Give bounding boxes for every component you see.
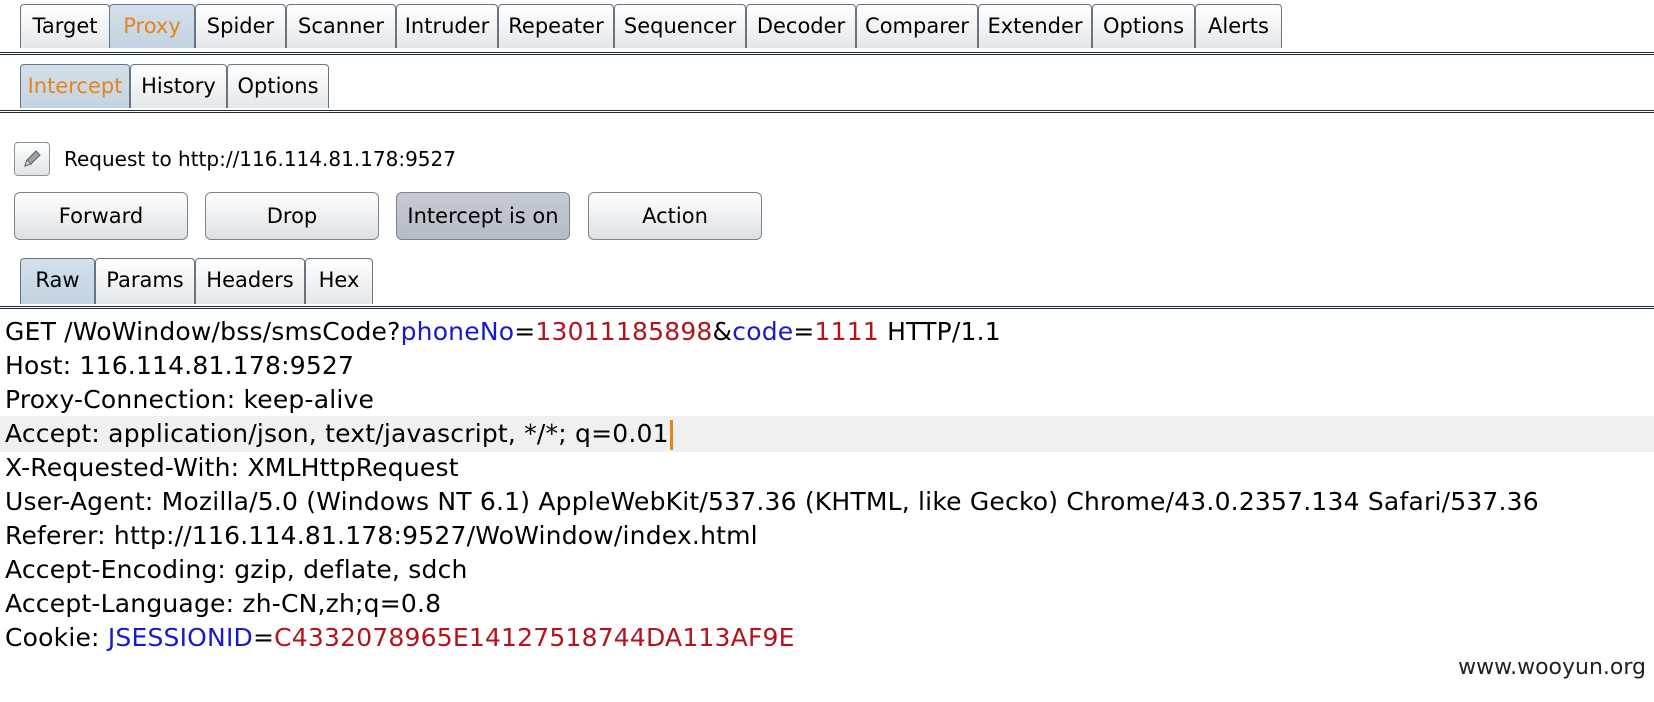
cookie-name: JSESSIONID [107, 623, 253, 652]
watermark: www.wooyun.org [1458, 655, 1646, 680]
param-name: code [732, 317, 794, 346]
tab-target[interactable]: Target [20, 4, 110, 48]
header-accept-language: Accept-Language: zh-CN,zh;q=0.8 [5, 589, 442, 618]
request-line: GET /WoWindow/bss/smsCode?phoneNo=130111… [5, 317, 1001, 346]
tab-spider[interactable]: Spider [195, 4, 286, 48]
forward-button[interactable]: Forward [14, 192, 188, 240]
param-value: 1111 [814, 317, 879, 346]
tab-proxy[interactable]: Proxy [109, 4, 195, 48]
tab-repeater[interactable]: Repeater [498, 4, 614, 48]
cookie-value: C4332078965E14127518744DA113AF9E [274, 623, 795, 652]
cookie-prefix: Cookie: [5, 623, 108, 652]
header-proxy-connection: Proxy-Connection: keep-alive [5, 385, 375, 414]
tab-comparer[interactable]: Comparer [856, 4, 978, 48]
intercept-toggle-button[interactable]: Intercept is on [396, 192, 570, 240]
tab-history[interactable]: History [130, 64, 227, 108]
header-referer: Referer: http://116.114.81.178:9527/WoWi… [5, 521, 758, 550]
method-path: GET /WoWindow/bss/smsCode? [5, 317, 401, 346]
header-x-requested-with: X-Requested-With: XMLHttpRequest [5, 453, 459, 482]
tab-sequencer[interactable]: Sequencer [614, 4, 746, 48]
proxy-sub-tab-bar: Intercept History Options [0, 60, 1654, 113]
action-button[interactable]: Action [588, 192, 762, 240]
header-cookie: Cookie: JSESSIONID=C4332078965E141275187… [5, 623, 795, 652]
tab-alerts[interactable]: Alerts [1195, 4, 1282, 48]
main-tab-bar: Target Proxy Spider Scanner Intruder Rep… [0, 0, 1654, 55]
header-accept-text: Accept: application/json, text/javascrip… [5, 419, 669, 448]
message-tab-bar: Raw Params Headers Hex [0, 248, 1654, 309]
text-caret [669, 420, 673, 450]
request-target-label: Request to http://116.114.81.178:9527 [64, 147, 456, 171]
drop-button[interactable]: Drop [205, 192, 379, 240]
header-user-agent: User-Agent: Mozilla/5.0 (Windows NT 6.1)… [5, 487, 1539, 516]
tab-intruder[interactable]: Intruder [396, 4, 498, 48]
request-info: Request to http://116.114.81.178:9527 [14, 139, 456, 179]
header-accept: Accept: application/json, text/javascrip… [0, 416, 1654, 452]
tab-proxy-options[interactable]: Options [227, 64, 329, 108]
protocol: HTTP/1.1 [878, 317, 1001, 346]
param-name: phoneNo [400, 317, 515, 346]
header-host: Host: 116.114.81.178:9527 [5, 351, 355, 380]
raw-request-editor[interactable]: GET /WoWindow/bss/smsCode?phoneNo=130111… [0, 314, 1654, 702]
tab-decoder[interactable]: Decoder [746, 4, 856, 48]
header-accept-encoding: Accept-Encoding: gzip, deflate, sdch [5, 555, 468, 584]
tab-options[interactable]: Options [1092, 4, 1195, 48]
tab-hex[interactable]: Hex [305, 258, 373, 304]
edit-request-button[interactable] [14, 142, 50, 176]
tab-params[interactable]: Params [95, 258, 195, 304]
tab-headers[interactable]: Headers [195, 258, 305, 304]
tab-intercept[interactable]: Intercept [20, 64, 130, 108]
pencil-icon [24, 150, 41, 167]
tab-raw[interactable]: Raw [20, 258, 95, 304]
tab-extender[interactable]: Extender [978, 4, 1092, 48]
tab-scanner[interactable]: Scanner [286, 4, 396, 48]
param-value: 13011185898 [535, 317, 713, 346]
